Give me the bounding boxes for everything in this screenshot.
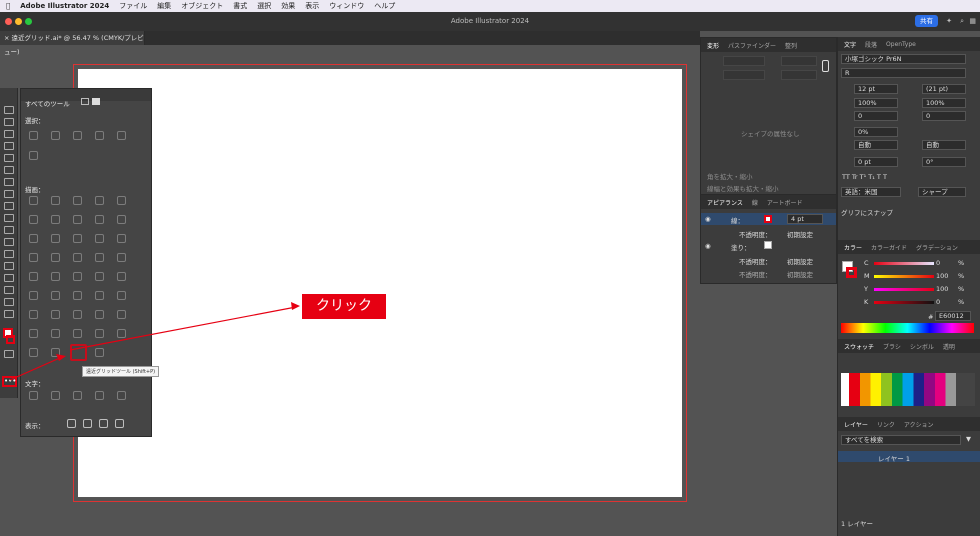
text-style-buttons[interactable]: TT Tr T¹ T₁ T T [842, 173, 887, 181]
tab-links[interactable]: リンク [877, 420, 895, 429]
obj-opacity-value[interactable]: 初期設定 [787, 269, 813, 279]
tab-stroke[interactable]: 線 [752, 198, 758, 207]
tab-appearance[interactable]: アピアランス [707, 198, 743, 207]
aki-left-field[interactable]: 自動 [854, 140, 898, 150]
magenta-unit: % [958, 272, 965, 280]
eye-icon[interactable]: ◉ [705, 215, 711, 223]
kerning-field[interactable]: 0 [854, 111, 898, 121]
click-callout: クリック [302, 294, 386, 319]
x-field[interactable] [723, 56, 765, 66]
rotation-field[interactable]: 0° [922, 157, 966, 167]
tab-swatches[interactable]: スウォッチ [844, 342, 874, 351]
cyan-slider[interactable] [874, 262, 934, 265]
scale-strokes-option[interactable]: 線幅と効果も拡大・縮小 [707, 183, 779, 193]
magenta-label: M [864, 272, 870, 280]
appearance-tabs: アピアランス 線 アートボード [701, 195, 836, 209]
color-tabs: カラー カラーガイド グラデーション [838, 240, 980, 254]
font-size-field[interactable]: 12 pt [854, 84, 898, 94]
tab-actions[interactable]: アクション [904, 420, 934, 429]
cyan-value[interactable]: 0 [936, 259, 940, 267]
tab-color[interactable]: カラー [844, 243, 862, 252]
tab-paragraph[interactable]: 段落 [865, 40, 877, 49]
tab-align[interactable]: 整列 [785, 41, 797, 50]
opacity-label: 不透明度： [739, 231, 772, 239]
arrowhead-callout [291, 302, 300, 310]
fill-opacity-value[interactable]: 初期設定 [787, 256, 813, 266]
yellow-slider[interactable] [874, 288, 934, 291]
black-label: K [864, 298, 869, 306]
vertical-scale-field[interactable]: 100% [854, 98, 898, 108]
horizontal-scale-field[interactable]: 100% [922, 98, 966, 108]
arrow-to-tool [69, 306, 297, 351]
baseline-shift-field[interactable]: 0 pt [854, 157, 898, 167]
cyan-label: C [864, 259, 869, 267]
character-tabs: 文字 段落 OpenType [838, 37, 980, 51]
tab-artboards[interactable]: アートボード [767, 198, 803, 207]
tab-pathfinder[interactable]: パスファインダー [728, 41, 776, 50]
right-dock: 文字 段落 OpenType 小塚ゴシック Pr6N R 12 pt (21 p… [837, 37, 980, 536]
layers-search-field[interactable]: すべてを検索 [841, 435, 961, 445]
eye-icon[interactable]: ◉ [705, 242, 711, 250]
tsume-field[interactable]: 0% [854, 127, 898, 137]
tab-gradient[interactable]: グラデーション [916, 243, 958, 252]
tab-layers[interactable]: レイヤー [844, 420, 868, 429]
leading-field[interactable]: (21 pt) [922, 84, 966, 94]
appearance-panel: アピアランス 線 アートボード ◉ 線： 4 pt 不透明度： 初期設定 ◉ 塗… [700, 194, 837, 284]
magenta-slider[interactable] [874, 275, 934, 278]
tab-brushes[interactable]: ブラシ [883, 342, 901, 351]
obj-opacity-label: 不透明度： [739, 271, 772, 279]
cyan-unit: % [958, 259, 965, 267]
tab-transparency[interactable]: 透明 [943, 342, 955, 351]
black-value[interactable]: 0 [936, 298, 940, 306]
link-icon[interactable] [822, 60, 829, 72]
snap-to-glyph-label: グリフにスナップ [841, 209, 893, 217]
magenta-value[interactable]: 100 [936, 272, 948, 280]
stroke-color-swatch[interactable] [764, 215, 772, 223]
font-family-field[interactable]: 小塚ゴシック Pr6N [841, 54, 966, 64]
color-stroke-icon[interactable] [846, 267, 857, 278]
tab-color-guide[interactable]: カラーガイド [871, 243, 907, 252]
font-style-field[interactable]: R [841, 68, 966, 78]
y-field[interactable] [723, 70, 765, 80]
h-field[interactable] [781, 70, 817, 80]
black-unit: % [958, 298, 965, 306]
tab-opentype[interactable]: OpenType [886, 41, 916, 48]
fill-color-swatch[interactable] [764, 241, 772, 249]
layer-name[interactable]: レイヤー 1 [878, 453, 910, 463]
transform-tabs: 変形 パスファインダー 整列 [701, 38, 836, 52]
arrow-to-button [9, 356, 63, 381]
swatch-grid[interactable] [841, 373, 975, 406]
color-spectrum[interactable] [841, 323, 974, 333]
tab-character[interactable]: 文字 [844, 40, 856, 49]
aki-right-field[interactable]: 自動 [922, 140, 966, 150]
language-field[interactable]: 英語：米国 [841, 187, 901, 197]
yellow-label: Y [864, 285, 868, 293]
scale-corners-option[interactable]: 角を拡大・縮小 [707, 171, 753, 181]
stroke-label: 線： [731, 217, 744, 225]
filter-icon[interactable]: ▼ [966, 435, 971, 443]
layers-tabs: レイヤー リンク アクション [838, 417, 980, 431]
transform-panel: 変形 パスファインダー 整列 シェイプの属性なし 角を拡大・縮小 線幅と効果も拡… [700, 37, 837, 195]
no-shape-text: シェイプの属性なし [741, 130, 800, 138]
fill-label: 塗り： [731, 244, 751, 252]
w-field[interactable] [781, 56, 817, 66]
tracking-field[interactable]: 0 [922, 111, 966, 121]
hex-label: # [928, 313, 934, 321]
tab-transform[interactable]: 変形 [707, 41, 719, 50]
opacity-value[interactable]: 初期設定 [787, 229, 813, 239]
layer-count: 1 レイヤー [841, 520, 874, 528]
black-slider[interactable] [874, 301, 934, 304]
arrowhead-tool [56, 354, 66, 361]
tab-symbols[interactable]: シンボル [910, 342, 934, 351]
yellow-unit: % [958, 285, 965, 293]
hex-field[interactable]: E60012 [935, 311, 971, 321]
antialias-field[interactable]: シャープ [918, 187, 966, 197]
yellow-value[interactable]: 100 [936, 285, 948, 293]
fill-opacity-label: 不透明度： [739, 258, 772, 266]
stroke-size-field[interactable]: 4 pt [787, 214, 823, 224]
swatches-tabs: スウォッチ ブラシ シンボル 透明 [838, 339, 980, 353]
